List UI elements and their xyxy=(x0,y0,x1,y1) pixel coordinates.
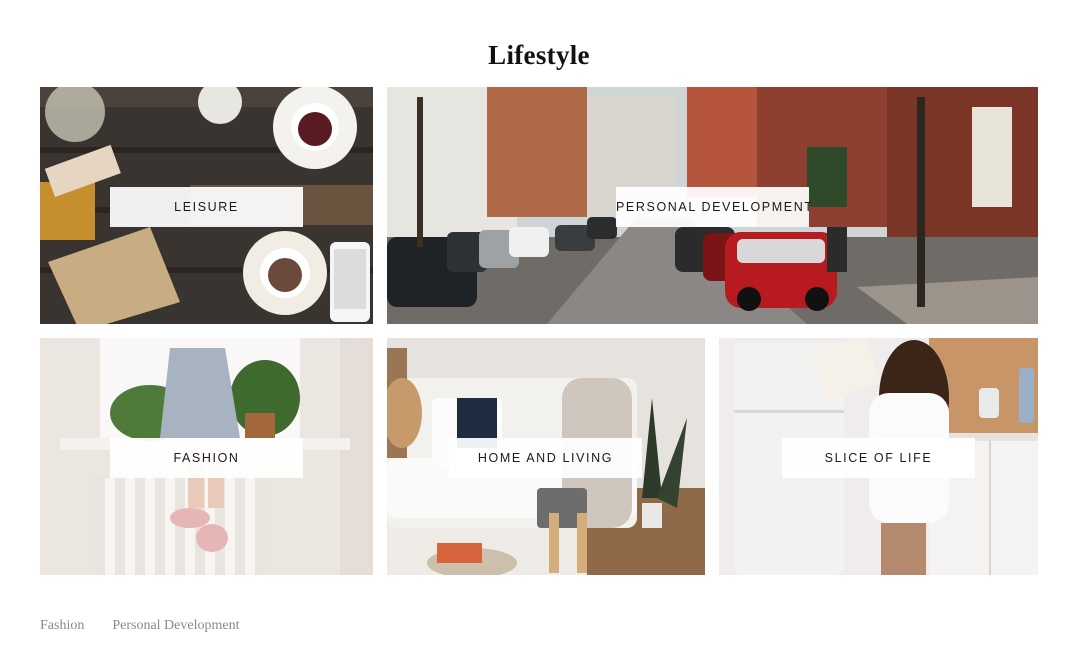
category-label: FASHION xyxy=(110,438,303,478)
page-title: Lifestyle xyxy=(488,40,590,71)
footer-category-links: Fashion Personal Development xyxy=(40,618,239,636)
footer-link-personal-development[interactable]: Personal Development xyxy=(112,618,239,636)
category-tile-personal-development[interactable]: PERSONAL DEVELOPMENT xyxy=(387,87,1038,324)
category-tile-slice-of-life[interactable]: SLICE OF LIFE xyxy=(719,338,1038,575)
category-label: SLICE OF LIFE xyxy=(782,438,975,478)
footer-link-fashion[interactable]: Fashion xyxy=(40,618,84,636)
category-tile-home-and-living[interactable]: HOME AND LIVING xyxy=(387,338,705,575)
category-tile-leisure[interactable]: LEISURE xyxy=(40,87,373,324)
category-tile-fashion[interactable]: FASHION xyxy=(40,338,373,575)
category-label: HOME AND LIVING xyxy=(449,438,642,478)
category-label: LEISURE xyxy=(110,187,303,227)
category-label: PERSONAL DEVELOPMENT xyxy=(616,187,812,227)
